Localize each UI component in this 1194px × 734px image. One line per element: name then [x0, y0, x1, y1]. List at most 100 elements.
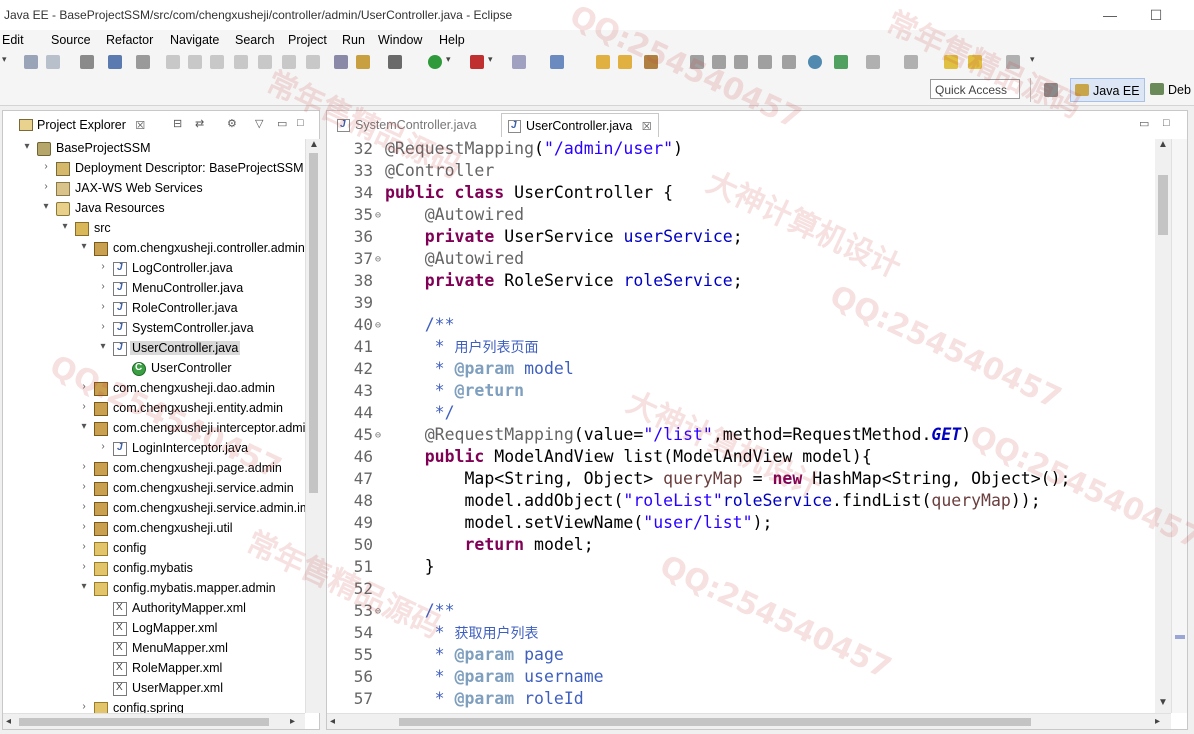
new-java-class-icon[interactable]: [550, 55, 564, 69]
search-icon[interactable]: [644, 55, 658, 69]
skip-breakpoints-icon[interactable]: [136, 55, 150, 69]
scroll-thumb[interactable]: [309, 153, 318, 493]
overview-marker[interactable]: [1175, 635, 1185, 639]
menu-search[interactable]: Search: [235, 33, 275, 47]
use-step-filters-icon[interactable]: [334, 55, 348, 69]
fold-toggle-icon[interactable]: ⊖: [375, 606, 381, 617]
open-perspective-icon[interactable]: [1044, 83, 1058, 97]
pin-icon[interactable]: [690, 55, 704, 69]
run-last-tool-icon[interactable]: [834, 55, 848, 69]
suspend-icon[interactable]: [188, 55, 202, 69]
next-annotation-icon[interactable]: [866, 55, 880, 69]
collapse-arrow-icon[interactable]: ›: [78, 461, 90, 472]
expand-arrow-icon[interactable]: ▾: [59, 221, 71, 232]
explorer-vertical-scrollbar[interactable]: ▲: [305, 139, 320, 713]
save-icon[interactable]: [24, 55, 38, 69]
resume-icon[interactable]: [166, 55, 180, 69]
show-whitespace-icon[interactable]: [782, 55, 796, 69]
run-dropdown-icon[interactable]: ▾: [446, 54, 451, 65]
open-folder-icon[interactable]: [596, 55, 610, 69]
maximize-button[interactable]: ☐: [1136, 4, 1176, 26]
menu-source[interactable]: Source: [51, 33, 91, 47]
code-area[interactable]: 32 @RequestMapping("/admin/user") 33 @Contr…: [327, 139, 1155, 713]
scroll-left-icon[interactable]: ◂: [330, 716, 335, 727]
step-over-icon[interactable]: [282, 55, 296, 69]
perspective-java-ee[interactable]: Java EE: [1070, 78, 1145, 102]
maximize-editor-icon[interactable]: □: [1163, 117, 1170, 129]
overview-ruler[interactable]: [1171, 139, 1187, 713]
expand-arrow-icon[interactable]: ▾: [78, 421, 90, 432]
editor-horizontal-scrollbar[interactable]: ◂ ▸: [327, 713, 1171, 729]
print-icon[interactable]: [80, 55, 94, 69]
collapse-all-icon[interactable]: ⊟: [173, 117, 182, 130]
external-tools-dropdown-icon[interactable]: ▾: [488, 54, 493, 65]
forward-dropdown-icon[interactable]: ▾: [1030, 54, 1035, 65]
collapse-arrow-icon[interactable]: ›: [78, 501, 90, 512]
scroll-left-icon[interactable]: ◂: [6, 716, 11, 727]
perspective-debug[interactable]: Deb: [1146, 78, 1194, 102]
scroll-thumb[interactable]: [399, 718, 1031, 726]
web-browser-icon[interactable]: [808, 55, 822, 69]
toggle-mark-icon[interactable]: [734, 55, 748, 69]
fold-toggle-icon[interactable]: ⊖: [375, 254, 381, 265]
open-type-icon[interactable]: [356, 55, 370, 69]
tab-user-controller[interactable]: UserController.java ☒: [501, 113, 659, 137]
close-icon[interactable]: ☒: [135, 120, 145, 132]
new-server-icon[interactable]: [512, 55, 526, 69]
expand-arrow-icon[interactable]: ▾: [78, 241, 90, 252]
annotation-icon[interactable]: [712, 55, 726, 69]
step-into-icon[interactable]: [258, 55, 272, 69]
fold-toggle-icon[interactable]: ⊖: [375, 430, 381, 441]
terminate-icon[interactable]: [210, 55, 224, 69]
menu-project[interactable]: Project: [288, 33, 327, 47]
run-icon[interactable]: [428, 55, 442, 69]
tab-system-controller[interactable]: SystemController.java: [331, 113, 483, 137]
previous-annotation-icon[interactable]: [904, 55, 918, 69]
console-icon[interactable]: [108, 55, 122, 69]
minimize-editor-icon[interactable]: ▭: [1139, 117, 1149, 130]
scroll-up-icon[interactable]: ▲: [1158, 139, 1168, 150]
menu-run[interactable]: Run: [342, 33, 365, 47]
last-edit-location-icon[interactable]: [944, 55, 958, 69]
scroll-thumb[interactable]: [19, 718, 269, 726]
menu-navigate[interactable]: Navigate: [170, 33, 219, 47]
scroll-down-icon[interactable]: ▼: [1158, 697, 1168, 708]
scroll-up-icon[interactable]: ▲: [309, 139, 319, 150]
collapse-arrow-icon[interactable]: ›: [97, 441, 109, 452]
collapse-arrow-icon[interactable]: ›: [97, 301, 109, 312]
forward-icon[interactable]: [1006, 55, 1020, 69]
scroll-right-icon[interactable]: ▸: [290, 716, 295, 727]
dropdown-arrow-icon[interactable]: ▾: [2, 54, 7, 65]
scroll-thumb[interactable]: [1158, 175, 1168, 235]
menu-help[interactable]: Help: [439, 33, 465, 47]
quick-access-input[interactable]: Quick Access: [930, 79, 1020, 99]
collapse-arrow-icon[interactable]: ›: [78, 481, 90, 492]
disconnect-icon[interactable]: [234, 55, 248, 69]
expand-arrow-icon[interactable]: ▾: [40, 201, 52, 212]
collapse-arrow-icon[interactable]: ›: [40, 181, 52, 192]
expand-arrow-icon[interactable]: ▾: [21, 141, 33, 152]
collapse-arrow-icon[interactable]: ›: [78, 561, 90, 572]
fold-toggle-icon[interactable]: ⊖: [375, 320, 381, 331]
maximize-view-icon[interactable]: □: [297, 117, 304, 129]
back-icon[interactable]: [968, 55, 982, 69]
close-icon[interactable]: ☒: [642, 121, 652, 133]
step-return-icon[interactable]: [306, 55, 320, 69]
collapse-arrow-icon[interactable]: ›: [78, 521, 90, 532]
collapse-arrow-icon[interactable]: ›: [78, 701, 90, 712]
collapse-arrow-icon[interactable]: ›: [78, 401, 90, 412]
editor-vertical-scrollbar[interactable]: ▲ ▼: [1155, 139, 1171, 713]
view-menu-icon[interactable]: ▽: [255, 117, 263, 130]
fold-toggle-icon[interactable]: ⊖: [375, 210, 381, 221]
link-with-editor-icon[interactable]: ⇄: [195, 117, 204, 130]
collapse-arrow-icon[interactable]: ›: [97, 261, 109, 272]
scroll-right-icon[interactable]: ▸: [1155, 716, 1160, 727]
collapse-arrow-icon[interactable]: ›: [40, 161, 52, 172]
toggle-block-icon[interactable]: [758, 55, 772, 69]
tab-project-explorer[interactable]: Project Explorer ☒: [13, 113, 152, 137]
expand-arrow-icon[interactable]: ▾: [78, 581, 90, 592]
minimize-view-icon[interactable]: ▭: [277, 117, 287, 130]
collapse-arrow-icon[interactable]: ›: [97, 321, 109, 332]
collapse-arrow-icon[interactable]: ›: [97, 281, 109, 292]
menu-window[interactable]: Window: [378, 33, 422, 47]
